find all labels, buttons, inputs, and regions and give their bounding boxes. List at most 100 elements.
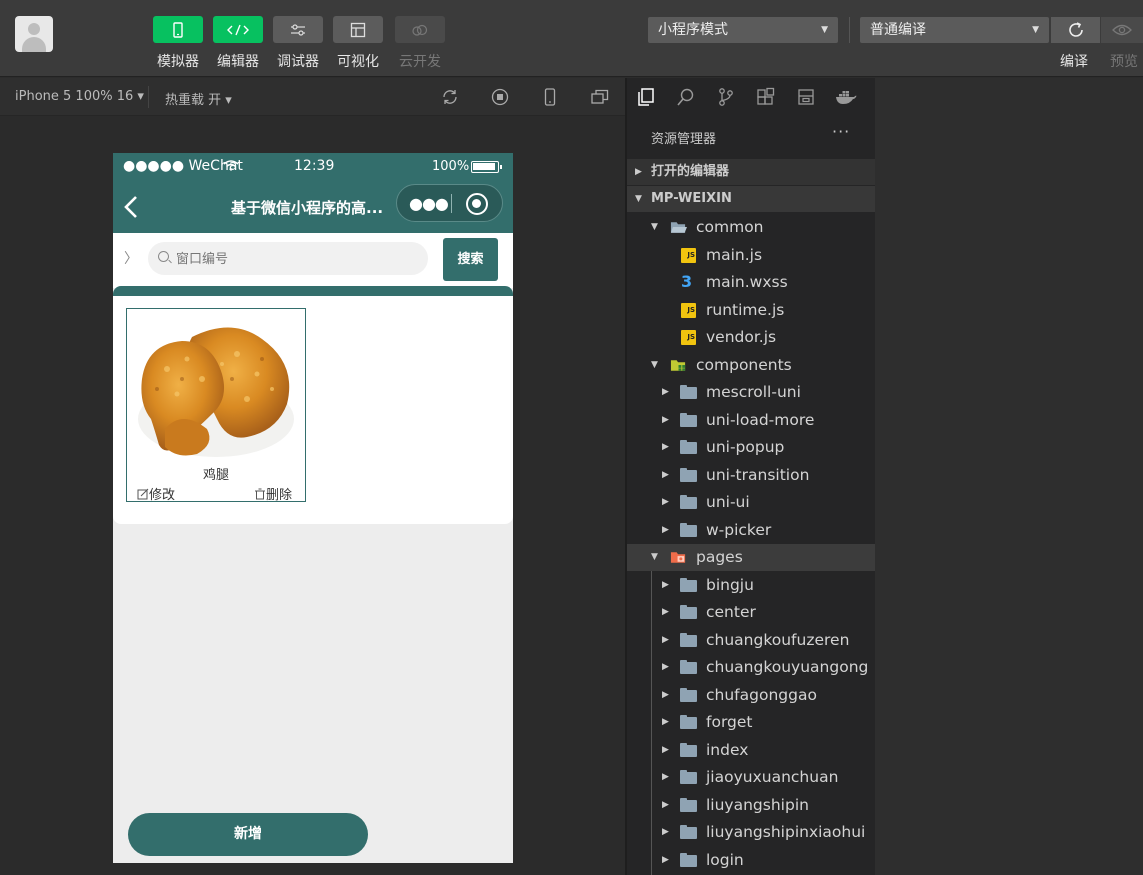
folder-item[interactable]: ▶ w-picker (627, 517, 875, 544)
project-root-section[interactable]: ▼ MP-WEIXIN (627, 186, 875, 212)
file-label: main.wxss (706, 273, 788, 291)
search-box[interactable] (148, 242, 428, 275)
page-title: 基于微信小程序的高... (231, 199, 384, 217)
user-avatar[interactable] (15, 16, 53, 52)
chevron-right-icon: ▶ (662, 607, 669, 617)
folder-item[interactable]: ▶ jiaoyuxuanchuan (627, 764, 875, 791)
debugger-tool[interactable]: 调试器 (273, 16, 323, 71)
delete-button[interactable]: 删除 (254, 484, 292, 503)
folder-icon (680, 770, 697, 785)
chevron-down-icon: ▼ (821, 25, 828, 35)
folder-label: chuangkoufuzeren (706, 631, 850, 649)
file-runtime-js[interactable]: JS runtime.js (627, 297, 875, 324)
folder-item[interactable]: ▶ bingju (627, 572, 875, 599)
chevron-right-icon: ▶ (662, 690, 669, 700)
folder-icon (680, 853, 697, 868)
explorer-title: 资源管理器 (651, 132, 717, 147)
chevron-right-icon: ▶ (662, 717, 669, 727)
folder-pages[interactable]: ▼ pages (627, 544, 875, 571)
chevron-right-icon: ▶ (662, 772, 669, 782)
cloud-label: 云开发 (399, 54, 441, 70)
list-top-stripe (113, 286, 513, 296)
storage-icon[interactable] (795, 86, 817, 108)
search-icon (158, 251, 169, 262)
trash-icon (255, 488, 265, 500)
folder-item[interactable]: ▶ uni-load-more (627, 407, 875, 434)
stop-icon[interactable] (490, 87, 510, 107)
folder-item[interactable]: ▶ liuyangshipinxiaohui (627, 819, 875, 846)
open-editors-section[interactable]: ▶ 打开的编辑器 (627, 159, 875, 185)
folder-label: uni-popup (706, 438, 785, 456)
editor-tool[interactable]: 编辑器 (213, 16, 263, 71)
window-icon[interactable] (590, 87, 610, 107)
more-icon[interactable]: ●●● (409, 194, 449, 213)
file-label: vendor.js (706, 328, 777, 346)
folder-item[interactable]: ▶ uni-transition (627, 462, 875, 489)
source-control-icon[interactable] (715, 86, 737, 108)
item-list: 鸡腿 修改 删除 (113, 286, 513, 524)
file-main-wxss[interactable]: 3 main.wxss (627, 269, 875, 296)
folder-item[interactable]: ▶ center (627, 599, 875, 626)
folder-item[interactable]: ▶ forget (627, 709, 875, 736)
device-phone-icon[interactable] (540, 87, 560, 107)
chevron-right-icon: ▶ (662, 855, 669, 865)
chevron-right-icon: ▶ (662, 745, 669, 755)
simulator-tool[interactable]: 模拟器 (153, 16, 203, 71)
reload-icon[interactable] (440, 87, 460, 107)
search-input[interactable] (176, 249, 416, 269)
add-button[interactable]: 新增 (128, 813, 368, 856)
visual-tool[interactable]: 可视化 (333, 16, 383, 71)
folder-item[interactable]: ▶ login (627, 847, 875, 874)
folder-item[interactable]: ▶ chuangkouyuangong (627, 654, 875, 681)
folder-item[interactable]: ▶ chufagonggao (627, 682, 875, 709)
hot-reload-toggle[interactable]: 热重载 开 ▾ (165, 89, 232, 108)
compile-select[interactable]: 普通编译 ▼ (860, 17, 1049, 43)
top-toolbar: 模拟器 编辑器 调试器 可视化 云开发 小程序模式 ▼ 普通编译 ▼ 编译 预览 (0, 0, 1143, 77)
cloud-tool[interactable]: 云开发 (395, 16, 445, 71)
folder-common[interactable]: ▼ common (627, 214, 875, 241)
chevron-right-icon: ▶ (662, 525, 669, 535)
editor-area (875, 78, 1143, 875)
folder-item[interactable]: ▶ uni-ui (627, 489, 875, 516)
close-target-icon[interactable] (466, 193, 488, 215)
preview-button[interactable] (1101, 17, 1143, 43)
open-editors-label: 打开的编辑器 (651, 164, 730, 179)
back-arrow-icon[interactable] (123, 194, 139, 220)
capsule-menu: ●●● (396, 184, 503, 222)
file-vendor-js[interactable]: JS vendor.js (627, 324, 875, 351)
edit-icon (137, 488, 149, 500)
folder-components[interactable]: ▼ components (627, 352, 875, 379)
edit-button[interactable]: 修改 (137, 484, 175, 503)
chevron-right-icon[interactable]: 〉 (124, 248, 138, 268)
folder-label: w-picker (706, 521, 772, 539)
folder-item[interactable]: ▶ uni-popup (627, 434, 875, 461)
js-file-icon: JS (681, 248, 696, 263)
mode-select[interactable]: 小程序模式 ▼ (648, 17, 838, 43)
extensions-icon[interactable] (755, 86, 777, 108)
chevron-right-icon: ▶ (662, 470, 669, 480)
more-actions-icon[interactable]: ··· (832, 122, 850, 141)
list-item[interactable]: 鸡腿 修改 删除 (126, 308, 306, 503)
simbar-divider (148, 86, 149, 108)
search-button[interactable]: 搜索 (443, 238, 498, 281)
compile-button[interactable] (1050, 17, 1100, 43)
js-file-icon: JS (681, 330, 696, 345)
folder-item[interactable]: ▶ chuangkoufuzeren (627, 627, 875, 654)
folder-item[interactable]: ▶ mescroll-uni (627, 379, 875, 406)
folder-icon (680, 633, 697, 648)
file-main-js[interactable]: JS main.js (627, 242, 875, 269)
compile-select-value: 普通编译 (870, 22, 926, 38)
device-select-value: iPhone 5 100% 16 (15, 89, 134, 104)
files-icon[interactable] (635, 86, 657, 108)
folder-item[interactable]: ▶ index (627, 737, 875, 764)
folder-icon (680, 743, 697, 758)
search-icon[interactable] (675, 86, 697, 108)
folder-icon (680, 523, 697, 538)
phone-screen: ●●●●● WeChat 12:39 100% 基于微信小程序的高... ●●●… (113, 153, 513, 863)
folder-item[interactable]: ▶ liuyangshipin (627, 792, 875, 819)
device-select[interactable]: iPhone 5 100% 16 ▾ (15, 89, 144, 104)
folder-label: common (696, 218, 764, 236)
docker-icon[interactable] (835, 86, 857, 108)
layout-icon (333, 16, 383, 43)
folder-label: liuyangshipin (706, 796, 809, 814)
